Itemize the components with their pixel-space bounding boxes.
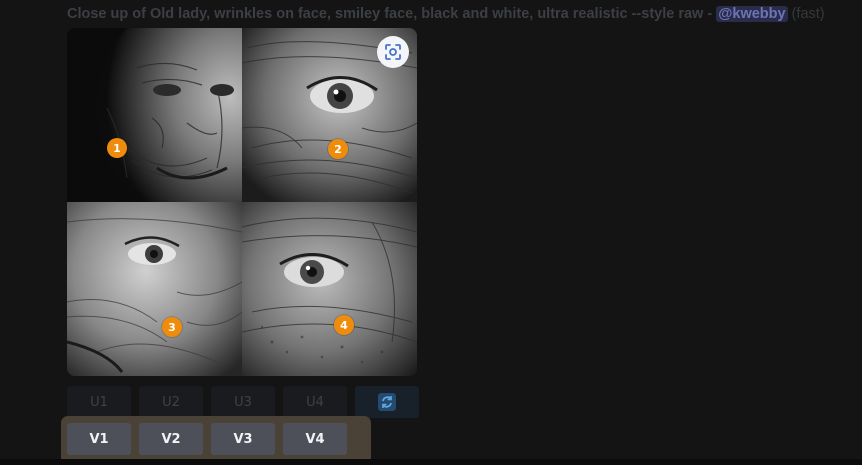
bottom-edge [0, 459, 862, 465]
speed-label: (fast) [791, 6, 825, 22]
reroll-button[interactable] [355, 386, 419, 418]
variation-button-3[interactable]: V3 [211, 423, 275, 455]
image-tile-4[interactable]: 4 [242, 202, 417, 376]
image-badge-4: 4 [334, 315, 354, 335]
image-scan-button[interactable] [377, 36, 409, 68]
prompt-text: Close up of Old lady, wrinkles on face, … [67, 6, 704, 22]
image-badge-2: 2 [328, 139, 348, 159]
upscale-button-3[interactable]: U3 [211, 386, 275, 418]
upscale-button-4[interactable]: U4 [283, 386, 347, 418]
user-mention[interactable]: @kwebby [716, 6, 788, 22]
portrait-image-4 [242, 202, 417, 376]
image-scan-icon [385, 44, 401, 60]
image-badge-3: 3 [162, 317, 182, 337]
image-tile-1[interactable]: 1 [67, 28, 242, 202]
upscale-button-2[interactable]: U2 [139, 386, 203, 418]
variation-button-1[interactable]: V1 [67, 423, 131, 455]
image-grid[interactable]: 1 2 3 4 [67, 28, 417, 376]
refresh-icon [378, 393, 396, 411]
image-tile-3[interactable]: 3 [67, 202, 242, 376]
separator: - [703, 6, 717, 22]
image-badge-1: 1 [107, 138, 127, 158]
portrait-image-3 [67, 202, 242, 376]
portrait-image-1 [67, 28, 242, 202]
upscale-button-1[interactable]: U1 [67, 386, 131, 418]
variation-button-4[interactable]: V4 [283, 423, 347, 455]
prompt-header: Close up of Old lady, wrinkles on face, … [67, 4, 857, 24]
discord-message: Close up of Old lady, wrinkles on face, … [0, 0, 862, 465]
variation-button-2[interactable]: V2 [139, 423, 203, 455]
